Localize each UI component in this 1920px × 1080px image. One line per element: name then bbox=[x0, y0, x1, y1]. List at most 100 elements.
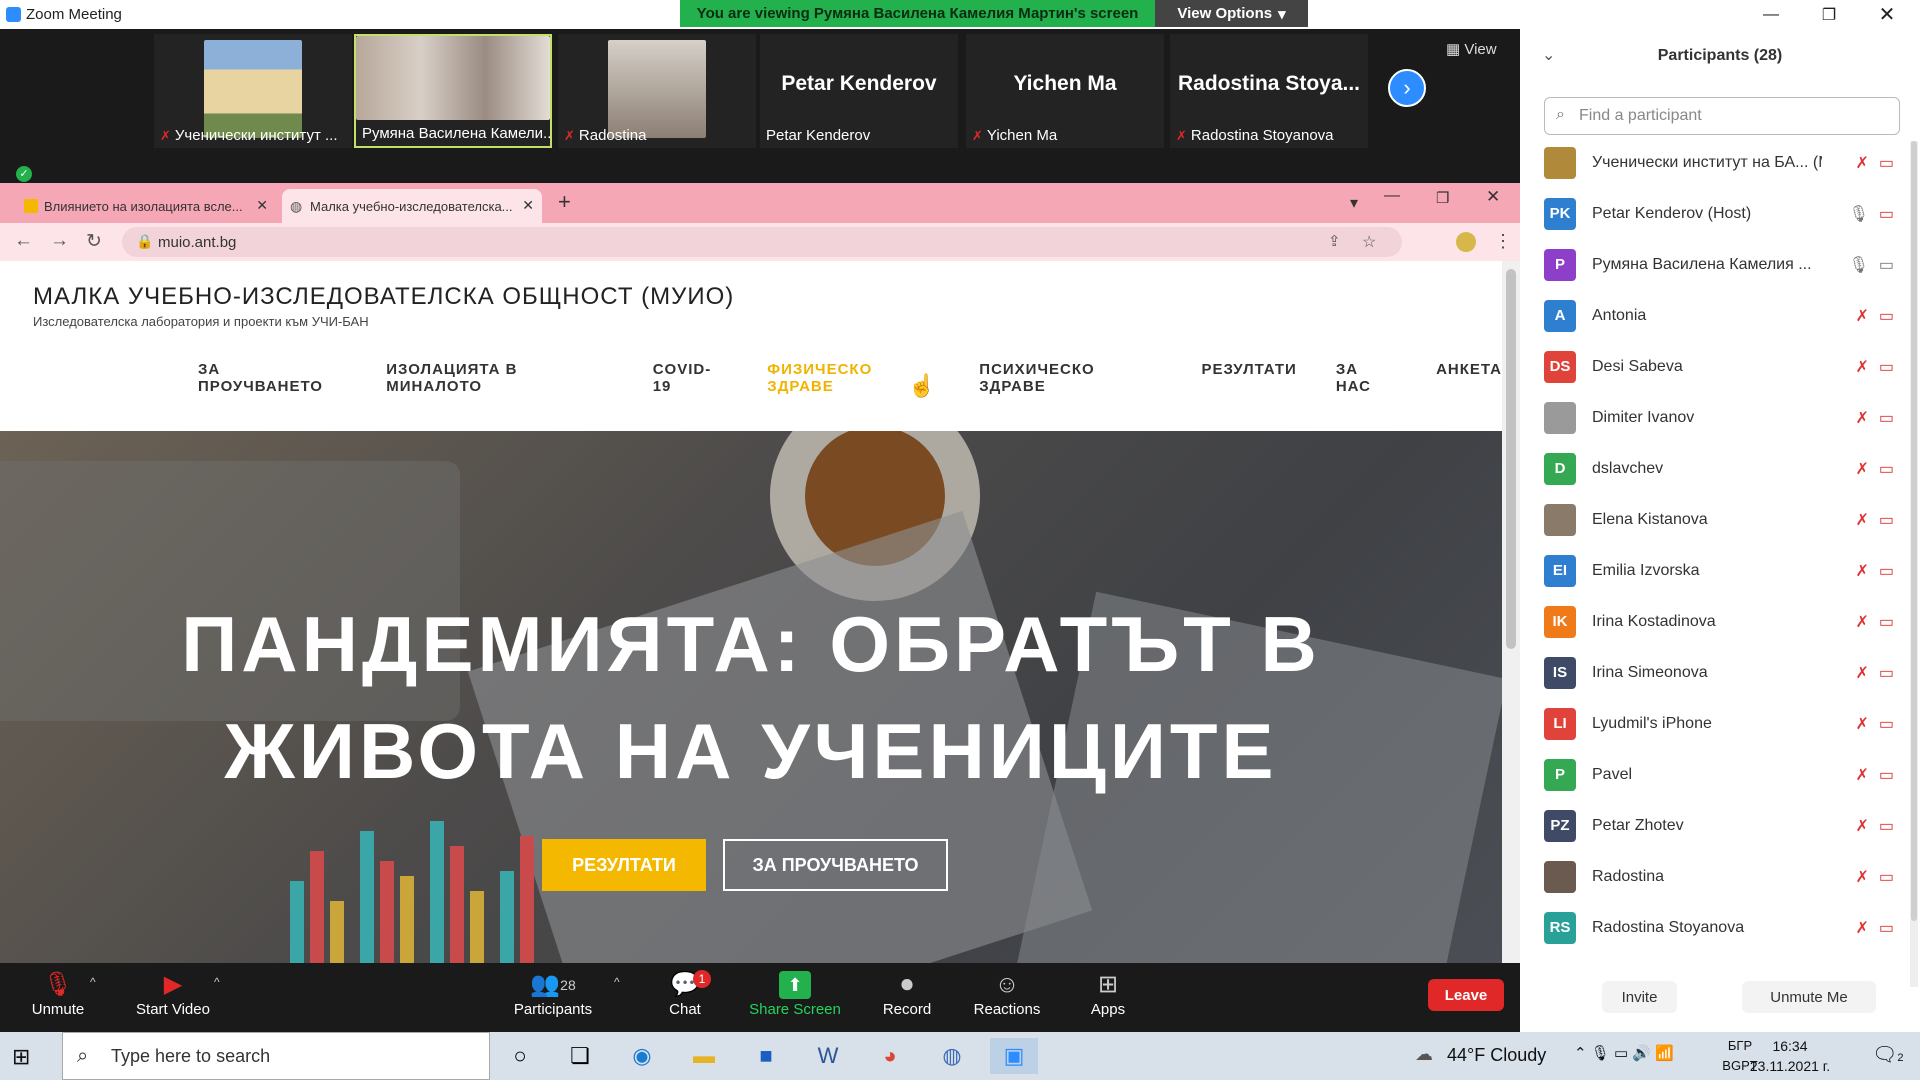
store-icon[interactable]: ■ bbox=[742, 1038, 790, 1074]
participant-row[interactable]: Ученически институт на БА... (Me) ✗ ▭ bbox=[1544, 137, 1894, 188]
participant-row[interactable]: P Румяна Василена Камелия ... 🎙 ▭ bbox=[1544, 239, 1894, 290]
app-icon[interactable]: ◍ bbox=[928, 1038, 976, 1074]
chat-button[interactable]: 💬 1 Chat bbox=[630, 969, 740, 1029]
video-tile-active[interactable]: Румяна Василена Камели... bbox=[354, 34, 552, 148]
browser-minimize-button[interactable]: — bbox=[1384, 187, 1400, 205]
video-tile[interactable]: ✗ Radostina bbox=[558, 34, 756, 148]
participant-name: dslavchev bbox=[1592, 459, 1664, 477]
task-view-icon[interactable]: ❏ bbox=[556, 1038, 604, 1074]
nav-item-mental-health[interactable]: ПСИХИЧЕСКО ЗДРАВЕ bbox=[979, 361, 1162, 395]
find-participant-input[interactable]: ⌕ Find a participant bbox=[1544, 97, 1900, 135]
participants-scrollbar[interactable] bbox=[1910, 141, 1918, 987]
page-scrollbar[interactable] bbox=[1502, 261, 1520, 963]
cortana-icon[interactable]: ○ bbox=[496, 1038, 544, 1074]
new-tab-icon[interactable]: + bbox=[558, 189, 571, 215]
participant-row[interactable]: Ddslavchev ✗ ▭ bbox=[1544, 443, 1894, 494]
view-button[interactable]: ▦ View bbox=[1446, 40, 1497, 58]
tray-icons[interactable]: ⌃ 🎙 ▭ 🔊 📶 bbox=[1574, 1044, 1674, 1062]
video-off-icon: ▭ bbox=[1878, 460, 1894, 478]
word-icon[interactable]: W bbox=[804, 1038, 852, 1074]
nav-item-about-us[interactable]: ЗА НАС bbox=[1336, 361, 1397, 395]
participants-button[interactable]: 👥28 Participants bbox=[498, 969, 608, 1029]
nav-item-isolation-past[interactable]: ИЗОЛАЦИЯТА В МИНАЛОТО bbox=[386, 361, 613, 395]
nav-item-covid[interactable]: COVID-19 bbox=[653, 361, 729, 395]
participant-name: Radostina Stoyanova bbox=[1592, 918, 1745, 936]
edge-icon[interactable]: ◉ bbox=[618, 1038, 666, 1074]
nav-item-results[interactable]: РЕЗУЛТАТИ bbox=[1201, 361, 1296, 395]
leave-button[interactable]: Leave bbox=[1428, 979, 1504, 1011]
unmute-button[interactable]: 🎙 Unmute bbox=[3, 969, 113, 1029]
results-button[interactable]: РЕЗУЛТАТИ bbox=[542, 839, 706, 891]
close-tab-icon[interactable]: ✕ bbox=[256, 197, 268, 214]
participant-row[interactable]: Elena Kistanova ✗ ▭ bbox=[1544, 494, 1894, 545]
browser-restore-button[interactable]: ❐ bbox=[1436, 189, 1449, 207]
mic-muted-icon: ✗ bbox=[1855, 613, 1869, 631]
back-arrow-icon[interactable]: ← bbox=[14, 230, 33, 252]
participant-row[interactable]: IS Irina Simeonova ✗ ▭ bbox=[1544, 647, 1894, 698]
video-off-icon: ▭ bbox=[1878, 307, 1894, 325]
view-options-button[interactable]: View Options ▾ bbox=[1155, 0, 1308, 27]
file-explorer-icon[interactable]: ▬ bbox=[680, 1038, 728, 1074]
forward-arrow-icon[interactable]: → bbox=[50, 230, 69, 252]
close-tab-icon[interactable]: ✕ bbox=[522, 197, 534, 214]
windows-start-icon[interactable]: ⊞ bbox=[12, 1044, 30, 1070]
nav-item-about-research[interactable]: ЗА ПРОУЧВАНЕТО bbox=[198, 361, 347, 395]
video-tile[interactable]: Yichen Ma ✗ Yichen Ma bbox=[966, 34, 1164, 148]
audio-options-chevron-icon[interactable]: ^ bbox=[90, 975, 96, 989]
participant-row[interactable]: IK Irina Kostadinova ✗ ▭ bbox=[1544, 596, 1894, 647]
avatar: IS bbox=[1544, 656, 1576, 689]
tab-search-icon[interactable]: ▾ bbox=[1350, 193, 1358, 213]
video-tile[interactable]: Radostina Stoya... ✗ Radostina Stoyanova bbox=[1170, 34, 1368, 148]
reactions-button[interactable]: ☺ Reactions bbox=[952, 969, 1062, 1029]
video-off-icon: ▭ bbox=[1878, 919, 1894, 937]
avatar: P bbox=[1544, 248, 1576, 281]
start-video-button[interactable]: ▶ Start Video bbox=[118, 969, 228, 1029]
share-screen-button[interactable]: ⬆ Share Screen bbox=[740, 969, 850, 1029]
taskbar-search-input[interactable]: ⌕ Type here to search bbox=[62, 1032, 490, 1080]
participant-row[interactable]: PK Petar Kenderov (Host) 🎙 ▭ bbox=[1544, 188, 1894, 239]
participant-row[interactable]: PZ Petar Zhotev ✗ ▭ bbox=[1544, 800, 1894, 851]
participant-row[interactable]: EI Emilia Izvorska ✗ ▭ bbox=[1544, 545, 1894, 596]
chrome-icon[interactable]: ◕ bbox=[866, 1038, 914, 1074]
kebab-menu-icon[interactable]: ⋮ bbox=[1494, 231, 1512, 252]
apps-button[interactable]: ⊞ Apps bbox=[1053, 969, 1163, 1029]
star-icon[interactable]: ☆ bbox=[1362, 232, 1376, 252]
browser-tab-active[interactable]: ◍ Малка учебно-изследователска... ✕ bbox=[282, 189, 542, 223]
participant-row[interactable]: Dimiter Ivanov ✗ ▭ bbox=[1544, 392, 1894, 443]
nav-item-survey[interactable]: АНКЕТА bbox=[1436, 361, 1502, 395]
participants-options-chevron-icon[interactable]: ^ bbox=[614, 975, 620, 989]
video-off-icon: ▭ bbox=[1878, 817, 1894, 835]
address-bar[interactable]: 🔒 muio.ant.bg ☆ ⇪ bbox=[122, 227, 1402, 257]
record-button[interactable]: ⏺ Record bbox=[852, 969, 962, 1029]
minimize-button[interactable]: — bbox=[1742, 0, 1800, 29]
zoom-taskbar-icon[interactable]: ▣ bbox=[990, 1038, 1038, 1074]
about-research-button[interactable]: ЗА ПРОУЧВАНЕТО bbox=[723, 839, 948, 891]
participant-name: Elena Kistanova bbox=[1592, 510, 1708, 528]
participant-row[interactable]: A Antonia ✗ ▭ bbox=[1544, 290, 1894, 341]
participant-row[interactable]: DS Desi Sabeva ✗ ▭ bbox=[1544, 341, 1894, 392]
scrollbar-thumb[interactable] bbox=[1506, 269, 1516, 649]
invite-button[interactable]: Invite bbox=[1602, 981, 1677, 1013]
profile-avatar[interactable] bbox=[1456, 232, 1476, 252]
participant-row[interactable]: Radostina ✗ ▭ bbox=[1544, 851, 1894, 902]
next-page-button[interactable]: › bbox=[1388, 69, 1426, 107]
share-icon[interactable]: ⇪ bbox=[1328, 232, 1341, 250]
video-options-chevron-icon[interactable]: ^ bbox=[214, 975, 220, 989]
scrollbar-thumb[interactable] bbox=[1911, 141, 1917, 921]
taskbar-clock[interactable]: 16:34 23.11.2021 г. bbox=[1745, 1036, 1835, 1076]
unmute-me-button[interactable]: Unmute Me bbox=[1742, 981, 1876, 1013]
participant-row[interactable]: RS Radostina Stoyanova ✗ ▭ bbox=[1544, 902, 1894, 953]
video-off-icon: ▶ bbox=[163, 971, 183, 998]
reload-icon[interactable]: ↻ bbox=[86, 230, 102, 253]
video-tile[interactable]: ✗ Ученически институт ... bbox=[154, 34, 352, 148]
participant-row[interactable]: P Pavel ✗ ▭ bbox=[1544, 749, 1894, 800]
weather-text[interactable]: 44°F Cloudy bbox=[1447, 1045, 1546, 1066]
site-title[interactable]: МАЛКА УЧЕБНО-ИЗСЛЕДОВАТЕЛСКА ОБЩНОСТ (МУ… bbox=[33, 283, 734, 311]
close-button[interactable]: ✕ bbox=[1858, 0, 1916, 29]
maximize-button[interactable]: ❐ bbox=[1800, 0, 1858, 29]
participant-row[interactable]: LI Lyudmil's iPhone ✗ ▭ bbox=[1544, 698, 1894, 749]
browser-tab[interactable]: Влиянието на изолацията всле... ✕ bbox=[16, 189, 276, 223]
notifications-icon[interactable]: 🗨2 bbox=[1872, 1042, 1904, 1067]
browser-close-button[interactable]: ✕ bbox=[1486, 187, 1500, 207]
video-tile[interactable]: Petar Kenderov Petar Kenderov bbox=[760, 34, 958, 148]
